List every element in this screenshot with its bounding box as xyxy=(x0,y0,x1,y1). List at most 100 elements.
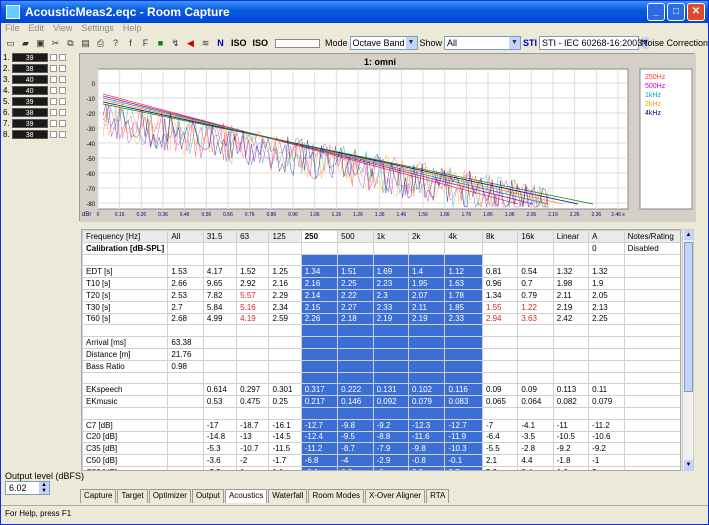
scroll-thumb[interactable] xyxy=(684,242,693,392)
table-cell: 2.27 xyxy=(337,300,374,314)
channel-level[interactable]: 38 xyxy=(11,129,48,139)
tab-room-modes[interactable]: Room Modes xyxy=(308,489,365,503)
table-cell: 0.54 xyxy=(517,265,554,279)
minimize-button[interactable]: _ xyxy=(647,3,665,21)
channel-solo-checkbox[interactable] xyxy=(58,75,66,83)
table-cell: -5.5 xyxy=(481,442,519,456)
channel-level[interactable]: 40 xyxy=(11,74,48,84)
channel-level[interactable]: 39 xyxy=(11,52,48,62)
menu-item-view[interactable]: View xyxy=(53,23,72,35)
iso-curve-button[interactable]: ISO xyxy=(253,38,269,48)
tab-output[interactable]: Output xyxy=(191,489,224,503)
column-header[interactable]: 16k xyxy=(517,230,554,243)
close-button[interactable]: ✕ xyxy=(687,3,705,21)
channel-level[interactable]: 38 xyxy=(11,107,48,117)
copy-icon[interactable]: ⧉ xyxy=(64,37,77,49)
channel-solo-checkbox[interactable] xyxy=(58,130,66,138)
fr-icon[interactable]: F xyxy=(139,37,152,49)
column-header[interactable]: Frequency [Hz] xyxy=(82,230,169,243)
channel-checkbox[interactable] xyxy=(49,64,57,72)
column-header[interactable]: 125 xyxy=(268,230,302,243)
column-header[interactable]: 63 xyxy=(236,230,270,243)
column-header[interactable]: All xyxy=(167,230,204,243)
save-icon[interactable]: ▣ xyxy=(34,37,47,49)
help-icon[interactable]: ? xyxy=(109,37,122,49)
scroll-up-icon[interactable]: ▲ xyxy=(684,230,693,240)
table-scrollbar[interactable]: ▲ ▼ xyxy=(682,229,694,471)
channel-checkbox[interactable] xyxy=(49,75,57,83)
channel-solo-checkbox[interactable] xyxy=(58,53,66,61)
tab-optimizer[interactable]: Optimizer xyxy=(148,489,191,503)
channel-solo-checkbox[interactable] xyxy=(58,86,66,94)
show-select[interactable]: All ▼ xyxy=(444,36,522,50)
menu-item-edit[interactable]: Edit xyxy=(29,23,45,35)
channel-solo-checkbox[interactable] xyxy=(58,97,66,105)
column-header[interactable]: 8k xyxy=(481,230,519,243)
maximize-button[interactable]: □ xyxy=(667,3,685,21)
column-header[interactable]: Notes/Rating xyxy=(623,230,680,243)
channel-level[interactable]: 39 xyxy=(11,96,48,106)
channel-solo-checkbox[interactable] xyxy=(58,119,66,127)
signal-icon[interactable]: ≋ xyxy=(199,37,212,49)
channel-checkbox[interactable] xyxy=(49,108,57,116)
channel-checkbox[interactable] xyxy=(49,97,57,105)
tab-acoustics[interactable]: Acoustics xyxy=(224,489,268,503)
tab-x-over-aligner[interactable]: X-Over Aligner xyxy=(365,489,426,503)
channel-row: 5. 39 xyxy=(3,96,77,106)
table-cell xyxy=(407,241,446,255)
channel-level[interactable]: 39 xyxy=(11,118,48,128)
tab-target[interactable]: Target xyxy=(117,489,148,503)
table-cell: 2.11 xyxy=(552,288,590,302)
table-cell: -10.6 xyxy=(588,430,625,444)
channel-checkbox[interactable] xyxy=(49,130,57,138)
table-cell: 2.15 xyxy=(300,300,339,314)
column-header[interactable]: 4k xyxy=(444,230,483,243)
table-cell: -5.3 xyxy=(202,442,238,456)
table-cell xyxy=(588,406,625,420)
table-cell: 1.69 xyxy=(372,265,409,279)
channel-solo-checkbox[interactable] xyxy=(58,108,66,116)
paste-icon[interactable]: ▤ xyxy=(79,37,92,49)
table-cell xyxy=(337,336,374,349)
table-cell xyxy=(202,241,238,255)
green-box-icon[interactable]: ■ xyxy=(154,37,167,49)
sti-select[interactable]: STI - IEC 60268-16:2003 ▼ xyxy=(539,36,650,50)
print-icon[interactable]: ⎙ xyxy=(94,37,107,49)
x-tick-label: 2.46 s xyxy=(611,212,625,218)
x-tick-label: 0.56 xyxy=(201,212,211,218)
cut-icon[interactable]: ✂ xyxy=(49,37,62,49)
column-header[interactable]: 2k xyxy=(407,230,446,243)
measure-icon[interactable]: ↯ xyxy=(169,37,182,49)
column-header[interactable]: A xyxy=(588,230,625,243)
column-header[interactable]: 1k xyxy=(372,230,409,243)
y-tick-label: -30 xyxy=(86,127,95,133)
menu-item-settings[interactable]: Settings xyxy=(81,23,114,35)
channel-solo-checkbox[interactable] xyxy=(58,64,66,72)
channel-level[interactable]: 38 xyxy=(11,63,48,73)
menu-item-help[interactable]: Help xyxy=(123,23,142,35)
tab-capture[interactable]: Capture xyxy=(80,489,117,503)
column-header[interactable]: 250 xyxy=(300,230,339,243)
column-header[interactable]: Linear xyxy=(552,230,590,243)
open-folder-icon[interactable]: ▰ xyxy=(19,37,32,49)
menu-item-file[interactable]: File xyxy=(5,23,20,35)
channel-checkbox[interactable] xyxy=(49,53,57,61)
output-level-spinner[interactable]: ▲ ▼ xyxy=(39,482,49,494)
channel-checkbox[interactable] xyxy=(49,119,57,127)
normalize-icon[interactable]: N xyxy=(214,37,227,49)
column-header[interactable]: 500 xyxy=(337,230,374,243)
iso-button[interactable]: ISO xyxy=(231,38,247,48)
channel-level[interactable]: 40 xyxy=(11,85,48,95)
tab-waterfall[interactable]: Waterfall xyxy=(268,489,308,503)
fg-icon[interactable]: f xyxy=(124,37,137,49)
table-cell: 2.53 xyxy=(167,288,204,302)
new-file-icon[interactable]: ▭ xyxy=(4,37,17,49)
speaker-icon[interactable]: ◀ xyxy=(184,37,197,49)
table-cell xyxy=(337,371,374,385)
mode-select[interactable]: Octave Band ▼ xyxy=(349,36,418,50)
table-cell: 2.11 xyxy=(407,300,446,314)
column-header[interactable]: 31.5 xyxy=(202,230,238,243)
tab-rta[interactable]: RTA xyxy=(426,489,450,503)
channel-checkbox[interactable] xyxy=(49,86,57,94)
scroll-down-icon[interactable]: ▼ xyxy=(684,460,693,470)
